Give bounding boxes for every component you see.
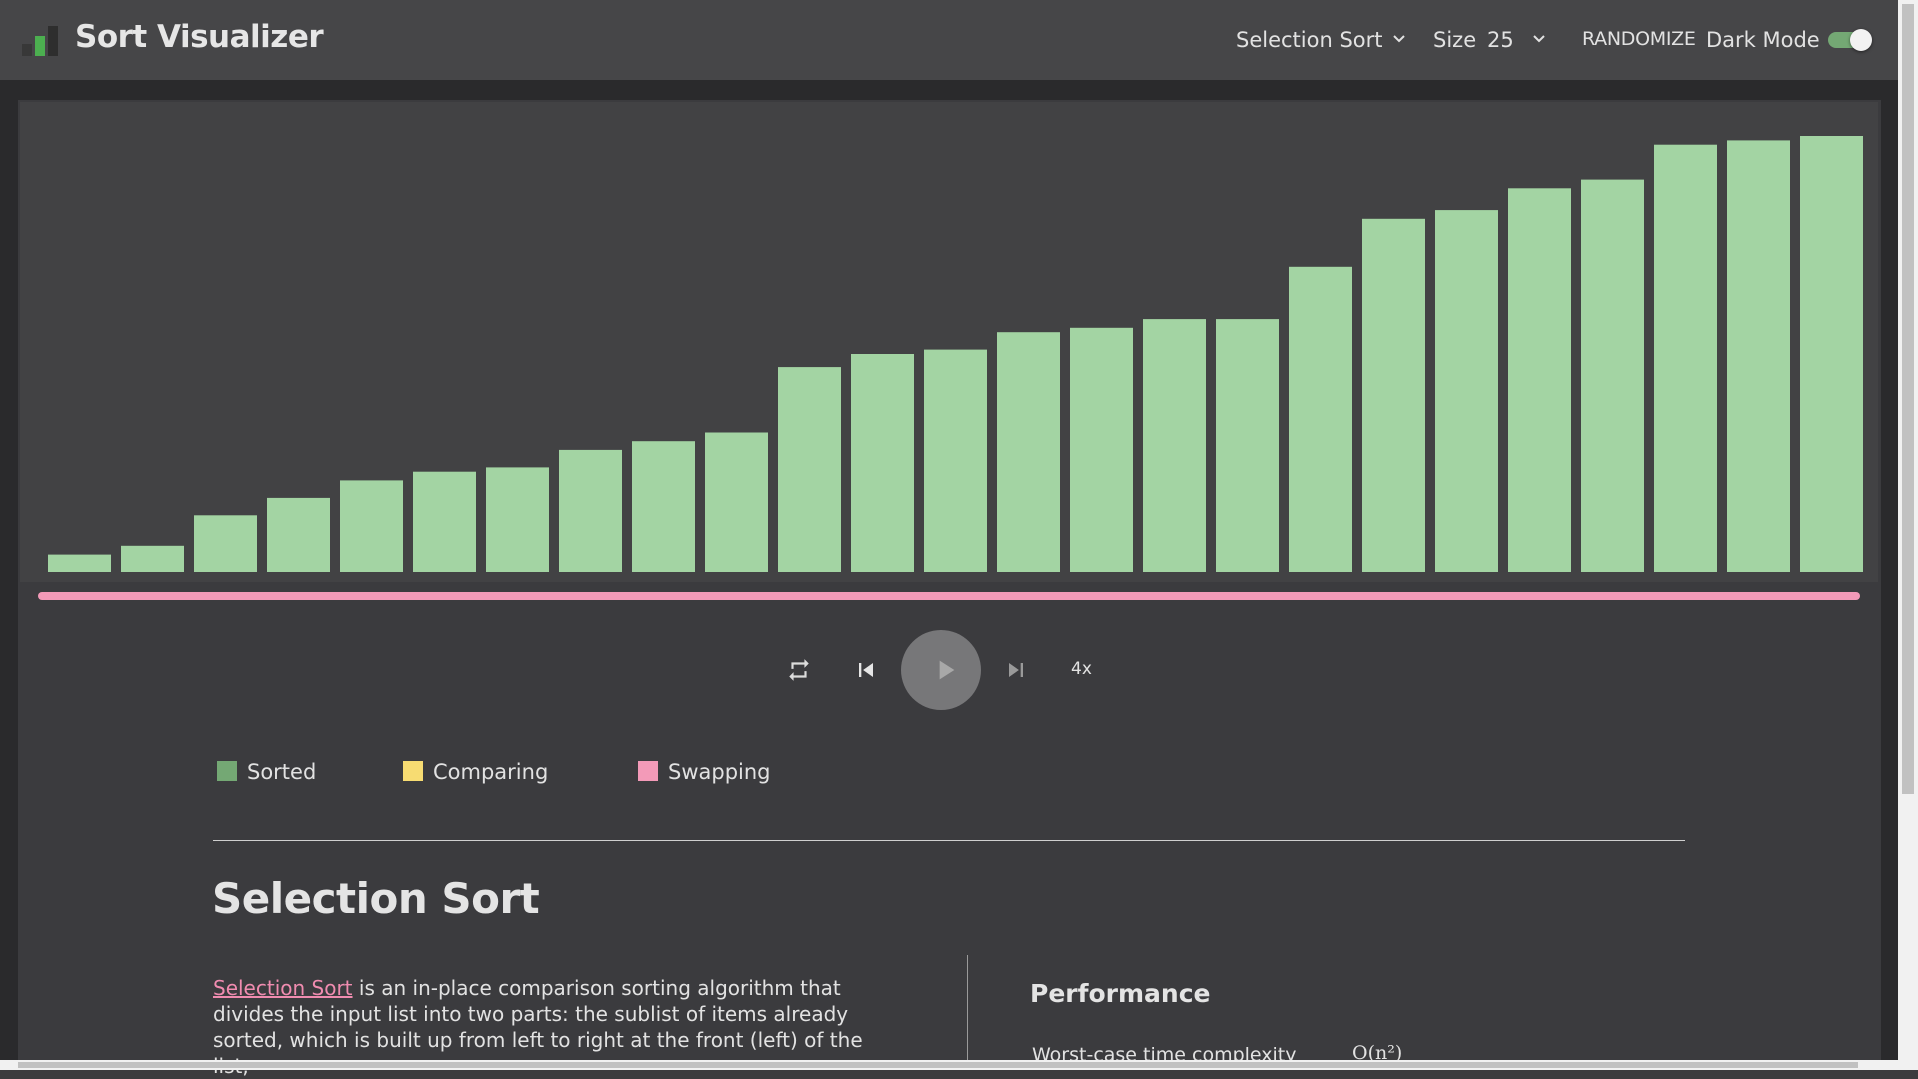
dark-mode-toggle[interactable] [1826, 29, 1872, 51]
horizontal-scrollbar[interactable] [0, 1060, 1918, 1070]
chart-bar [1289, 266, 1352, 572]
progress-fill [38, 592, 1860, 600]
chart-bar [1508, 188, 1571, 573]
legend-label: Swapping [668, 760, 771, 784]
chart-bar [559, 449, 622, 572]
scrollbar-thumb[interactable] [1902, 4, 1914, 794]
play-button[interactable] [901, 630, 981, 710]
top-frame [18, 80, 1881, 100]
chart-bar [413, 471, 476, 572]
legend-swatch [638, 761, 658, 781]
right-frame [1881, 80, 1898, 1070]
repeat-icon [789, 659, 809, 681]
toggle-knob [1850, 29, 1872, 51]
chart-bar [924, 349, 987, 572]
prev-step-button[interactable] [852, 656, 880, 684]
algorithm-link[interactable]: Selection Sort [213, 976, 353, 1000]
app-header: Sort Visualizer Selection Sort Size 25 R… [0, 0, 1898, 80]
legend-label: Sorted [247, 760, 317, 784]
chart-panel [20, 102, 1878, 582]
chart-bar [778, 367, 841, 572]
chart-bar [194, 515, 257, 572]
chart-bar [48, 554, 111, 572]
size-select[interactable]: 25 [1487, 28, 1514, 52]
chart-bar [705, 432, 768, 572]
app-title: Sort Visualizer [75, 19, 324, 55]
repeat-button[interactable] [786, 657, 812, 683]
algorithm-select[interactable]: Selection Sort [1236, 28, 1383, 52]
chart-bar [1800, 136, 1863, 572]
chevron-down-icon[interactable] [1532, 34, 1546, 44]
vertical-scrollbar[interactable] [1898, 0, 1918, 1060]
bar-chart [48, 136, 1863, 573]
chart-bar [1581, 179, 1644, 572]
scrollbar-thumb[interactable] [18, 1062, 1858, 1068]
legend-swatch [403, 761, 423, 781]
chart-bar [1216, 319, 1279, 572]
chart-bar [1143, 319, 1206, 572]
performance-title: Performance [1030, 979, 1211, 1008]
chart-bar [1362, 218, 1425, 573]
left-frame [0, 80, 18, 1070]
section-divider [213, 840, 1685, 841]
chart-bar [121, 545, 184, 572]
randomize-button[interactable]: RANDOMIZE [1582, 28, 1696, 50]
legend-label: Comparing [433, 760, 549, 784]
chart-bar [340, 480, 403, 572]
speed-button[interactable]: 4x [1071, 659, 1092, 679]
next-step-button[interactable] [1002, 656, 1030, 684]
skip-previous-icon [859, 663, 873, 677]
chart-bar [1070, 327, 1133, 572]
chart-bar [1727, 140, 1790, 572]
chart-bar [486, 467, 549, 572]
progress-bar[interactable] [38, 592, 1860, 600]
bar-chart-icon [22, 26, 64, 56]
chart-bar [632, 441, 695, 572]
size-label: Size [1433, 28, 1477, 52]
legend-swatch [217, 761, 237, 781]
chart-bar [997, 332, 1060, 572]
play-icon [939, 660, 955, 680]
chart-bar [1654, 144, 1717, 572]
skip-next-icon [1009, 663, 1023, 677]
chart-bar [1435, 210, 1498, 572]
dark-mode-label: Dark Mode [1706, 28, 1820, 52]
chart-bar [851, 354, 914, 572]
chart-bar [267, 497, 330, 572]
section-title: Selection Sort [212, 874, 540, 923]
column-divider [967, 955, 968, 1065]
chevron-down-icon[interactable] [1392, 34, 1406, 44]
